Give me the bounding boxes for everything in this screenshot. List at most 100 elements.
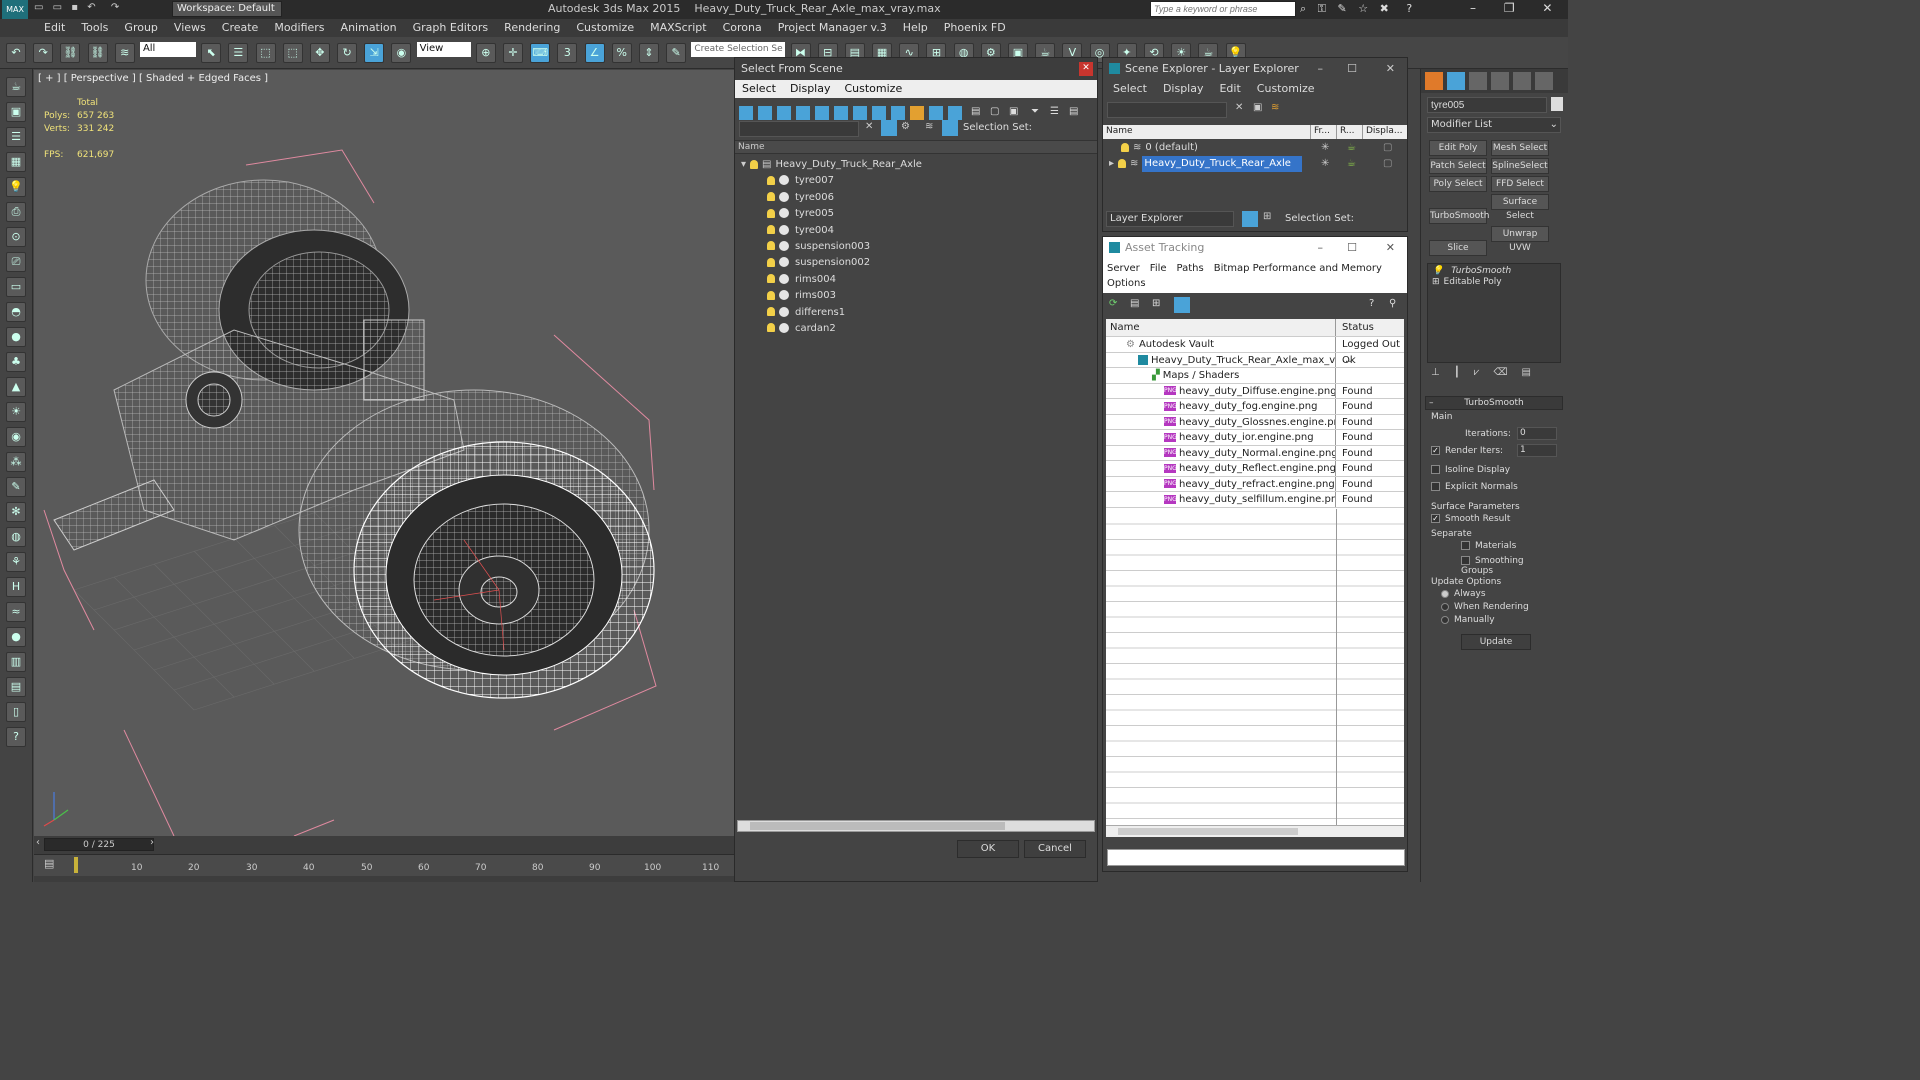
display-all-icon[interactable]: ▤ xyxy=(971,106,980,117)
help-icon[interactable]: ? xyxy=(1406,2,1412,15)
object-name-field[interactable] xyxy=(1427,97,1547,113)
tree-row[interactable]: suspension002 xyxy=(735,255,1097,271)
close-icon[interactable]: ✕ xyxy=(1542,1,1552,15)
particle-tool-icon[interactable]: ⁂ xyxy=(6,452,26,472)
doc-tool-icon[interactable]: ▯ xyxy=(6,702,26,722)
isoline-display-checkbox[interactable] xyxy=(1431,465,1440,474)
layer-row-selected[interactable]: ▸ ≋ Heavy_Duty_Truck_Rear_Axle ✳ ☕ ▢ xyxy=(1103,156,1407,173)
list-tool-icon[interactable]: ☰ xyxy=(6,127,26,147)
reference-coordinate-dropdown[interactable]: View xyxy=(416,42,471,57)
menu-customize[interactable]: Customize xyxy=(837,80,909,98)
expand-icon[interactable]: ⊞ xyxy=(1432,277,1440,287)
unwrap-uvw-button[interactable]: Unwrap UVW xyxy=(1491,226,1549,253)
scene-explorer-find-input[interactable] xyxy=(1107,102,1227,118)
asset-row[interactable]: PNG heavy_duty_ior.engine.png Found xyxy=(1106,430,1404,446)
workspace-dropdown[interactable]: Workspace: Default xyxy=(172,1,282,17)
asset-row[interactable]: PNG heavy_duty_Glossnes.engine.png Found xyxy=(1106,414,1404,430)
layer-add-icon[interactable]: ≋ xyxy=(1271,102,1279,113)
asset-row[interactable]: PNG heavy_duty_Diffuse.engine.png Found xyxy=(1106,383,1404,399)
menu-select[interactable]: Select xyxy=(1109,80,1159,98)
display-icon[interactable]: ▢ xyxy=(1383,156,1392,172)
time-slider[interactable]: 0 / 225 xyxy=(44,838,154,851)
freeze-icon[interactable]: ✳ xyxy=(1321,156,1329,172)
cancel-button[interactable]: Cancel xyxy=(1024,840,1086,858)
tree-row[interactable]: cardan2 xyxy=(735,321,1097,337)
binoculars-icon[interactable]: ⌕ xyxy=(1300,2,1306,15)
utilities-tab-icon[interactable] xyxy=(1535,72,1553,90)
asset-row[interactable]: PNG heavy_duty_selfillum.engine.png Found xyxy=(1106,492,1404,508)
modify-tab-icon[interactable] xyxy=(1447,72,1465,90)
exchange-icon[interactable]: ✎ xyxy=(1338,2,1347,15)
display-invert-icon[interactable]: ▣ xyxy=(1009,106,1018,117)
wireframe-model[interactable] xyxy=(34,70,734,836)
find-case-icon[interactable] xyxy=(881,120,897,136)
asset-tracking-title-bar[interactable]: Asset Tracking – ☐ ✕ xyxy=(1103,237,1407,259)
sync-selection-icon[interactable]: ▤ xyxy=(1069,106,1078,117)
modifier-list-dropdown[interactable]: Modifier List ⌄ xyxy=(1427,117,1561,133)
disc-tool-icon[interactable]: ◉ xyxy=(6,427,26,447)
make-unique-icon[interactable]: ⩗ xyxy=(1474,367,1480,378)
hierarchy-tab-icon[interactable] xyxy=(1469,72,1487,90)
motion-tab-icon[interactable] xyxy=(1491,72,1509,90)
visibility-bulb-icon[interactable] xyxy=(1121,142,1129,152)
tree-row[interactable]: tyre004 xyxy=(735,223,1097,239)
column-render[interactable]: R... xyxy=(1337,125,1363,139)
undo-icon[interactable]: ↶ xyxy=(6,43,26,63)
menu-corona[interactable]: Corona xyxy=(715,19,770,37)
asset-row[interactable]: PNG heavy_duty_Normal.engine.png Found xyxy=(1106,445,1404,461)
helper-tool-icon[interactable]: ⊙ xyxy=(6,227,26,247)
window-crossing-icon[interactable]: ⬚ xyxy=(282,43,303,63)
create-tab-icon[interactable] xyxy=(1425,72,1443,90)
rectangular-selection-icon[interactable]: ⬚ xyxy=(255,43,276,63)
menu-help[interactable]: Help xyxy=(895,19,936,37)
shrub-tool-icon[interactable]: ♣ xyxy=(6,352,26,372)
teapot-tool-icon[interactable]: ☕ xyxy=(6,77,26,97)
help-tool-icon[interactable]: ? xyxy=(6,727,26,747)
edit-named-selection-icon[interactable]: ✎ xyxy=(666,43,687,63)
asset-row[interactable]: ⚙ Autodesk Vault Logged Out ... xyxy=(1106,337,1404,365)
menu-animation[interactable]: Animation xyxy=(333,19,405,37)
slice-button[interactable]: Slice xyxy=(1429,240,1487,256)
globe-tool-icon[interactable]: ◍ xyxy=(6,527,26,547)
move-icon[interactable]: ✥ xyxy=(309,43,330,63)
scrollbar-thumb[interactable] xyxy=(750,822,1005,830)
display-tab-icon[interactable] xyxy=(1513,72,1531,90)
menu-group[interactable]: Group xyxy=(116,19,166,37)
close-icon[interactable]: ✕ xyxy=(1386,237,1395,259)
render-teapot-icon[interactable]: ☕ xyxy=(1347,140,1356,156)
sort-by-hierarchy-icon[interactable]: ⊞ xyxy=(1263,211,1271,222)
visibility-bulb-icon[interactable] xyxy=(767,257,775,267)
texture-tool-icon[interactable]: ▥ xyxy=(6,652,26,672)
key-icon[interactable]: ⚿ xyxy=(1318,2,1326,15)
minimize-icon[interactable]: – xyxy=(1318,58,1324,80)
dialog-title-bar[interactable]: Select From Scene ✕ xyxy=(735,58,1097,80)
menu-modifiers[interactable]: Modifiers xyxy=(266,19,332,37)
minimize-icon[interactable]: – xyxy=(1470,1,1476,15)
filter-options-icon[interactable]: ☰ xyxy=(1050,106,1059,117)
dome-tool-icon[interactable]: ◓ xyxy=(6,302,26,322)
redo-icon[interactable]: ↷ xyxy=(33,43,54,63)
layers-icon[interactable]: ≋ xyxy=(925,121,933,132)
object-color-swatch[interactable] xyxy=(1551,97,1563,111)
remove-modifier-icon[interactable]: ⌫ xyxy=(1493,367,1507,378)
freeze-icon[interactable]: ✳ xyxy=(1321,140,1329,156)
clear-search-icon[interactable]: ✕ xyxy=(865,121,873,132)
menu-file[interactable]: File xyxy=(1150,263,1167,274)
collapse-arrow-icon[interactable]: ▾ xyxy=(741,159,746,170)
percent-snap-icon[interactable]: % xyxy=(611,43,632,63)
plane-tool-icon[interactable]: ▭ xyxy=(6,277,26,297)
unlink-icon[interactable]: ⛓ xyxy=(87,43,108,63)
tree-row[interactable]: differens1 xyxy=(735,305,1097,321)
scatter-tool-icon[interactable]: ✻ xyxy=(6,502,26,522)
restore-icon[interactable]: ❐ xyxy=(1504,1,1515,15)
app-logo-icon[interactable]: MAX xyxy=(2,0,28,19)
menu-create[interactable]: Create xyxy=(214,19,267,37)
menu-graph-editors[interactable]: Graph Editors xyxy=(405,19,497,37)
render-iters-checkbox[interactable]: ✓ xyxy=(1431,445,1440,455)
menu-paths[interactable]: Paths xyxy=(1177,263,1204,274)
visibility-bulb-icon[interactable] xyxy=(767,225,775,235)
grass-tool-icon[interactable]: ⚘ xyxy=(6,552,26,572)
film-tool-icon[interactable]: ⎚ xyxy=(6,252,26,272)
visibility-bulb-icon[interactable] xyxy=(767,323,775,333)
horizontal-scrollbar[interactable] xyxy=(737,820,1095,832)
